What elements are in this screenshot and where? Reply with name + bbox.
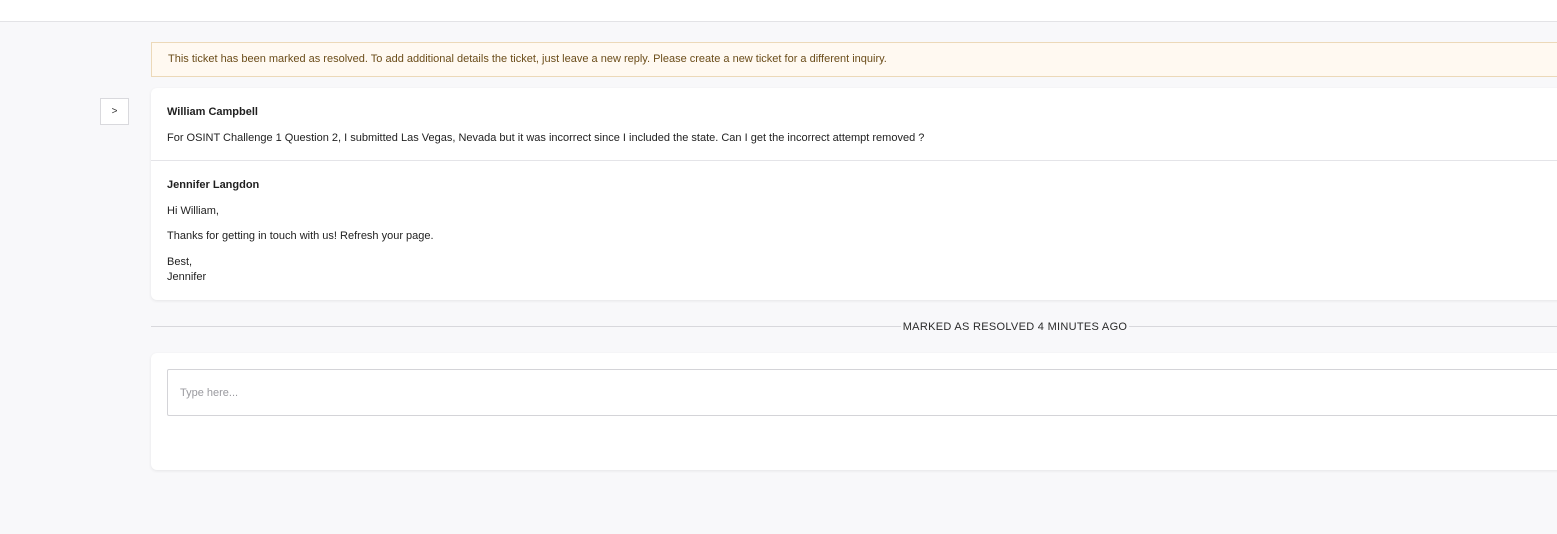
resolved-status-label: MARKED AS RESOLVED 4 MINUTES AGO xyxy=(902,321,1128,333)
top-bar xyxy=(0,0,1557,22)
message-body-line: Hi William, xyxy=(167,205,219,217)
divider-line-right xyxy=(1129,326,1557,327)
message-body-line: Jennifer xyxy=(167,271,207,283)
message-thread: William Campbell For OSINT Challenge 1 Q… xyxy=(151,88,1557,300)
chevron-right-icon: > xyxy=(111,106,118,117)
reply-card xyxy=(151,353,1557,470)
message-author: Jennifer Langdon xyxy=(167,179,260,191)
reply-input[interactable] xyxy=(167,369,1557,416)
message-body: For OSINT Challenge 1 Question 2, I subm… xyxy=(167,132,925,144)
resolved-notice: This ticket has been marked as resolved.… xyxy=(151,42,1557,77)
message-body-line: Thanks for getting in touch with us! Ref… xyxy=(167,230,434,242)
message-william-campbell: William Campbell For OSINT Challenge 1 Q… xyxy=(151,88,1557,161)
divider-line-left xyxy=(151,326,901,327)
message-body-line: Best, xyxy=(167,256,193,268)
sidebar-toggle-button[interactable]: > xyxy=(100,98,129,125)
message-author: William Campbell xyxy=(167,106,258,118)
